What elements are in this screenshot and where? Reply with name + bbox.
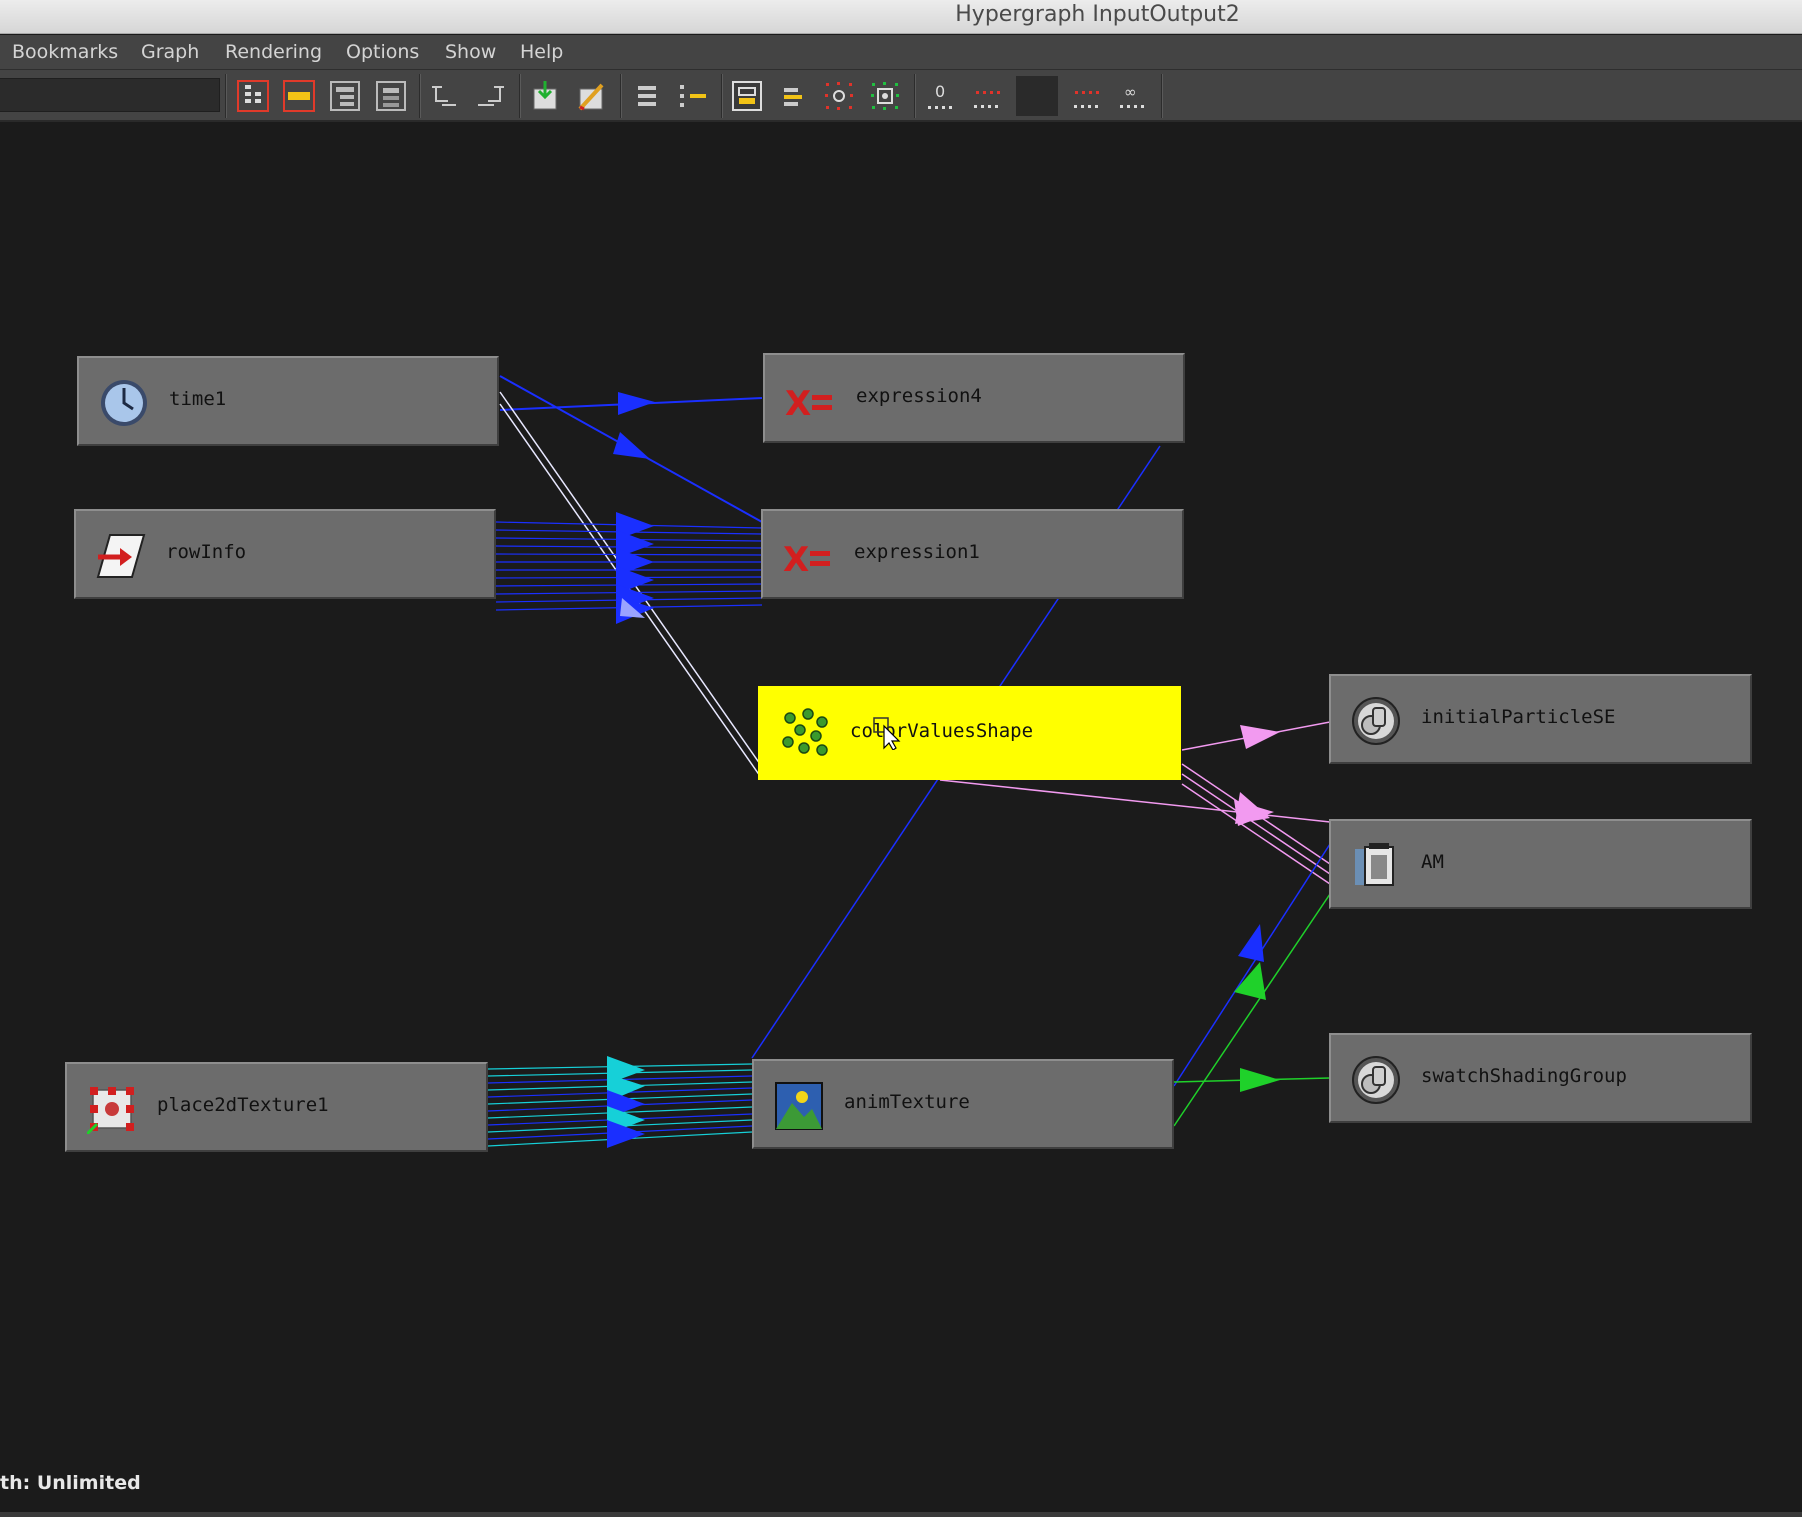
node-label: time1 [169,388,227,410]
svg-text:0: 0 [935,82,945,101]
particle-icon [780,708,830,758]
node-swatch-icon[interactable] [726,76,768,116]
input-output-connections-icon[interactable] [370,76,412,116]
wire-colorValuesShape-AM[interactable] [939,763,1331,885]
node-time1[interactable]: time1 [77,356,499,446]
graph-down-icon[interactable] [470,76,512,116]
node-label: animTexture [844,1091,970,1113]
wire-place2dTexture1-animTexture[interactable] [487,1056,753,1148]
expression-icon: X [783,531,833,581]
node-colorValuesShape[interactable]: colorValuesShape [758,686,1181,780]
wire-animTexture-AM-green[interactable] [1173,893,1331,1127]
toolbar-separator [914,74,916,118]
node-rowInfo[interactable]: rowInfo [74,509,496,599]
node-expression4[interactable]: X expression4 [763,353,1185,443]
remove-unused-icon[interactable] [966,76,1008,116]
svg-text:X: X [785,384,811,424]
mouse-cursor-icon [873,717,901,750]
node-swatchShadingGroup[interactable]: swatchShadingGroup [1329,1033,1752,1123]
wire-rowInfo-expression1[interactable] [495,512,763,624]
menu-show[interactable]: Show [445,41,496,63]
menu-rendering[interactable]: Rendering [225,41,322,63]
svg-text:X: X [783,540,809,580]
bottom-edge [0,1512,1802,1517]
clear-graph-icon[interactable]: 0 [920,76,962,116]
node-label: swatchShadingGroup [1421,1065,1627,1087]
toolbar-separator [620,74,622,118]
title-bar: Hypergraph InputOutput2 [0,0,1802,34]
frame-hierarchy-icon[interactable] [232,76,274,116]
node-AM[interactable]: AM [1329,819,1752,909]
status-text: th: Unlimited [0,1472,141,1494]
window-title: Hypergraph InputOutput2 [955,2,1240,27]
node-place2dTexture1[interactable]: place2dTexture1 [65,1062,488,1152]
simple-layout-icon[interactable] [626,76,668,116]
wire-animTexture-swatchShadingGroup[interactable] [1173,1068,1331,1092]
place2d-texture-icon [85,1084,137,1136]
node-label: initialParticleSE [1421,706,1616,728]
toolbar-separator [721,74,723,118]
node-label: AM [1421,851,1444,873]
asset-icon [1351,841,1401,891]
node-initialParticleSE[interactable]: initialParticleSE [1329,674,1752,764]
graph-layout-icon[interactable] [1066,76,1108,116]
node-expression1[interactable]: X expression1 [761,509,1184,599]
remove-selected-icon[interactable] [570,76,612,116]
color-swatch-icon[interactable] [1016,76,1058,116]
toolbar-separator [419,74,421,118]
toolbar-separator [519,74,521,118]
svg-text:∞: ∞ [1124,83,1137,101]
menu-bar: Bookmarks Graph Rendering Options Show H… [0,35,1802,70]
wire-time1-expression4[interactable] [499,392,763,415]
search-input[interactable] [0,78,220,112]
node-label: expression1 [854,541,980,563]
toolbar: 0 ∞ [0,70,1802,122]
show-shapes-icon[interactable] [818,76,860,116]
shading-group-icon [1351,1055,1401,1105]
menu-graph[interactable]: Graph [141,41,199,63]
tree-layout-icon[interactable] [672,76,714,116]
arrow-node-icon [96,531,146,581]
scene-hierarchy-icon[interactable] [324,76,366,116]
hypergraph-canvas[interactable]: time1 X expression4 rowInfo X expression… [0,124,1802,1513]
texture-image-icon [774,1081,824,1131]
node-label: expression4 [856,385,982,407]
wire-colorValuesShape-initialParticleSE[interactable] [1181,721,1331,751]
wire-animTexture-AM-blue[interactable] [1173,843,1331,1087]
node-label: place2dTexture1 [157,1094,329,1116]
toolbar-separator [225,74,227,118]
add-selected-icon[interactable] [524,76,566,116]
menu-options[interactable]: Options [346,41,419,63]
toolbar-separator [1161,74,1163,118]
menu-bookmarks[interactable]: Bookmarks [12,41,118,63]
show-connected-icon[interactable] [864,76,906,116]
toggle-label-icon[interactable] [772,76,814,116]
menu-help[interactable]: Help [520,41,563,63]
shading-group-icon [1351,696,1401,746]
node-label: rowInfo [166,541,247,563]
clock-icon [99,378,149,428]
expression-icon: X [785,375,835,425]
graph-up-icon[interactable] [424,76,466,116]
reset-layout-icon[interactable]: ∞ [1112,76,1154,116]
frame-branch-icon[interactable] [278,76,320,116]
node-animTexture[interactable]: animTexture [752,1059,1174,1149]
